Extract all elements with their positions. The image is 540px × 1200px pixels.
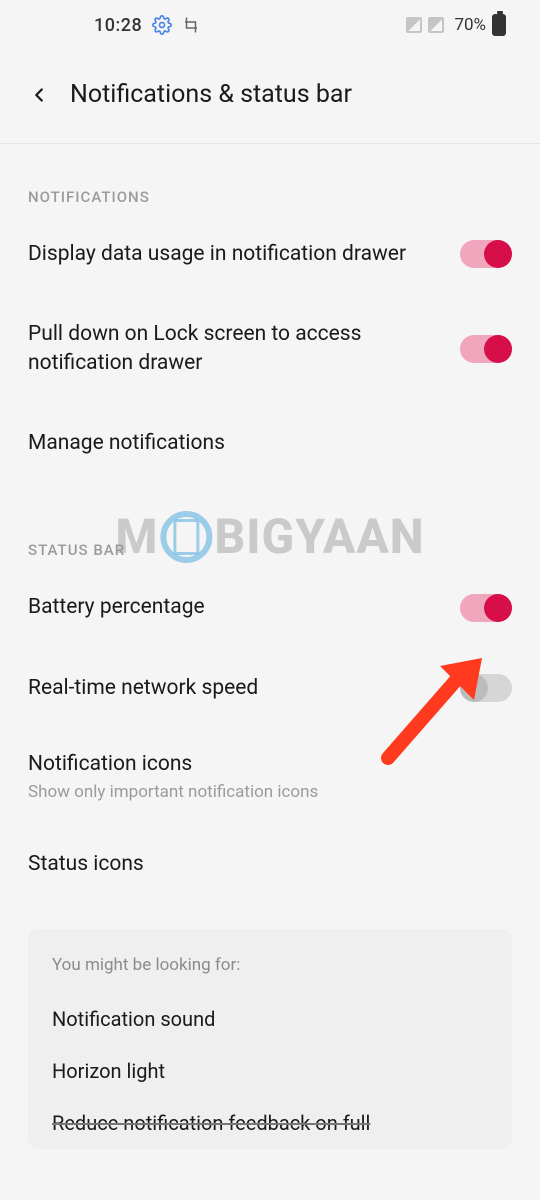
bottom-fade bbox=[0, 1140, 540, 1200]
row-title: Real-time network speed bbox=[28, 674, 440, 702]
row-title: Pull down on Lock screen to access notif… bbox=[28, 320, 440, 377]
toggle-battery-percentage[interactable] bbox=[460, 594, 512, 622]
battery-percentage-text: 70% bbox=[454, 15, 486, 35]
crop-rotate-icon bbox=[182, 16, 200, 34]
suggestions-card: You might be looking for: Notification s… bbox=[28, 929, 512, 1149]
row-data-usage[interactable]: Display data usage in notification drawe… bbox=[28, 214, 512, 294]
status-bar-right: 70% bbox=[406, 14, 506, 36]
toggle-pull-down[interactable] bbox=[460, 335, 512, 363]
row-pull-down-lockscreen[interactable]: Pull down on Lock screen to access notif… bbox=[28, 294, 512, 403]
row-notification-icons[interactable]: Notification icons Show only important n… bbox=[28, 728, 512, 824]
toggle-data-usage[interactable] bbox=[460, 240, 512, 268]
row-subtitle: Show only important notification icons bbox=[28, 782, 512, 802]
suggestion-item[interactable]: Horizon light bbox=[52, 1045, 488, 1097]
row-title: Display data usage in notification drawe… bbox=[28, 240, 440, 268]
suggestion-item[interactable]: Notification sound bbox=[52, 993, 488, 1045]
sim-icon bbox=[406, 17, 422, 33]
text: Reduce notific bbox=[52, 1111, 179, 1135]
text: on full bbox=[315, 1111, 370, 1135]
row-status-icons[interactable]: Status icons bbox=[28, 824, 512, 904]
text-strike: ation feedback bbox=[179, 1111, 316, 1135]
settings-gear-icon bbox=[152, 15, 172, 35]
section-label-notifications: NOTIFICATIONS bbox=[28, 188, 512, 206]
page-title: Notifications & status bar bbox=[70, 80, 352, 109]
page-header: Notifications & status bar bbox=[0, 50, 540, 144]
row-title: Battery percentage bbox=[28, 593, 440, 621]
row-title: Status icons bbox=[28, 850, 512, 878]
section-label-statusbar: STATUS BAR bbox=[28, 541, 512, 559]
battery-icon bbox=[492, 14, 506, 36]
row-title: Notification icons bbox=[28, 750, 512, 778]
row-network-speed[interactable]: Real-time network speed bbox=[28, 648, 512, 728]
clock: 10:28 bbox=[94, 15, 142, 36]
back-icon[interactable] bbox=[28, 84, 50, 106]
suggestions-label: You might be looking for: bbox=[52, 955, 488, 975]
toggle-network-speed[interactable] bbox=[460, 674, 512, 702]
status-bar: 10:28 70% bbox=[0, 0, 540, 50]
sim-icon bbox=[428, 17, 444, 33]
row-battery-percentage[interactable]: Battery percentage bbox=[28, 567, 512, 647]
row-manage-notifications[interactable]: Manage notifications bbox=[28, 403, 512, 483]
suggestion-item[interactable]: Reduce notification feedback on full bbox=[52, 1097, 488, 1149]
row-title: Manage notifications bbox=[28, 429, 512, 457]
status-bar-left: 10:28 bbox=[94, 15, 200, 36]
